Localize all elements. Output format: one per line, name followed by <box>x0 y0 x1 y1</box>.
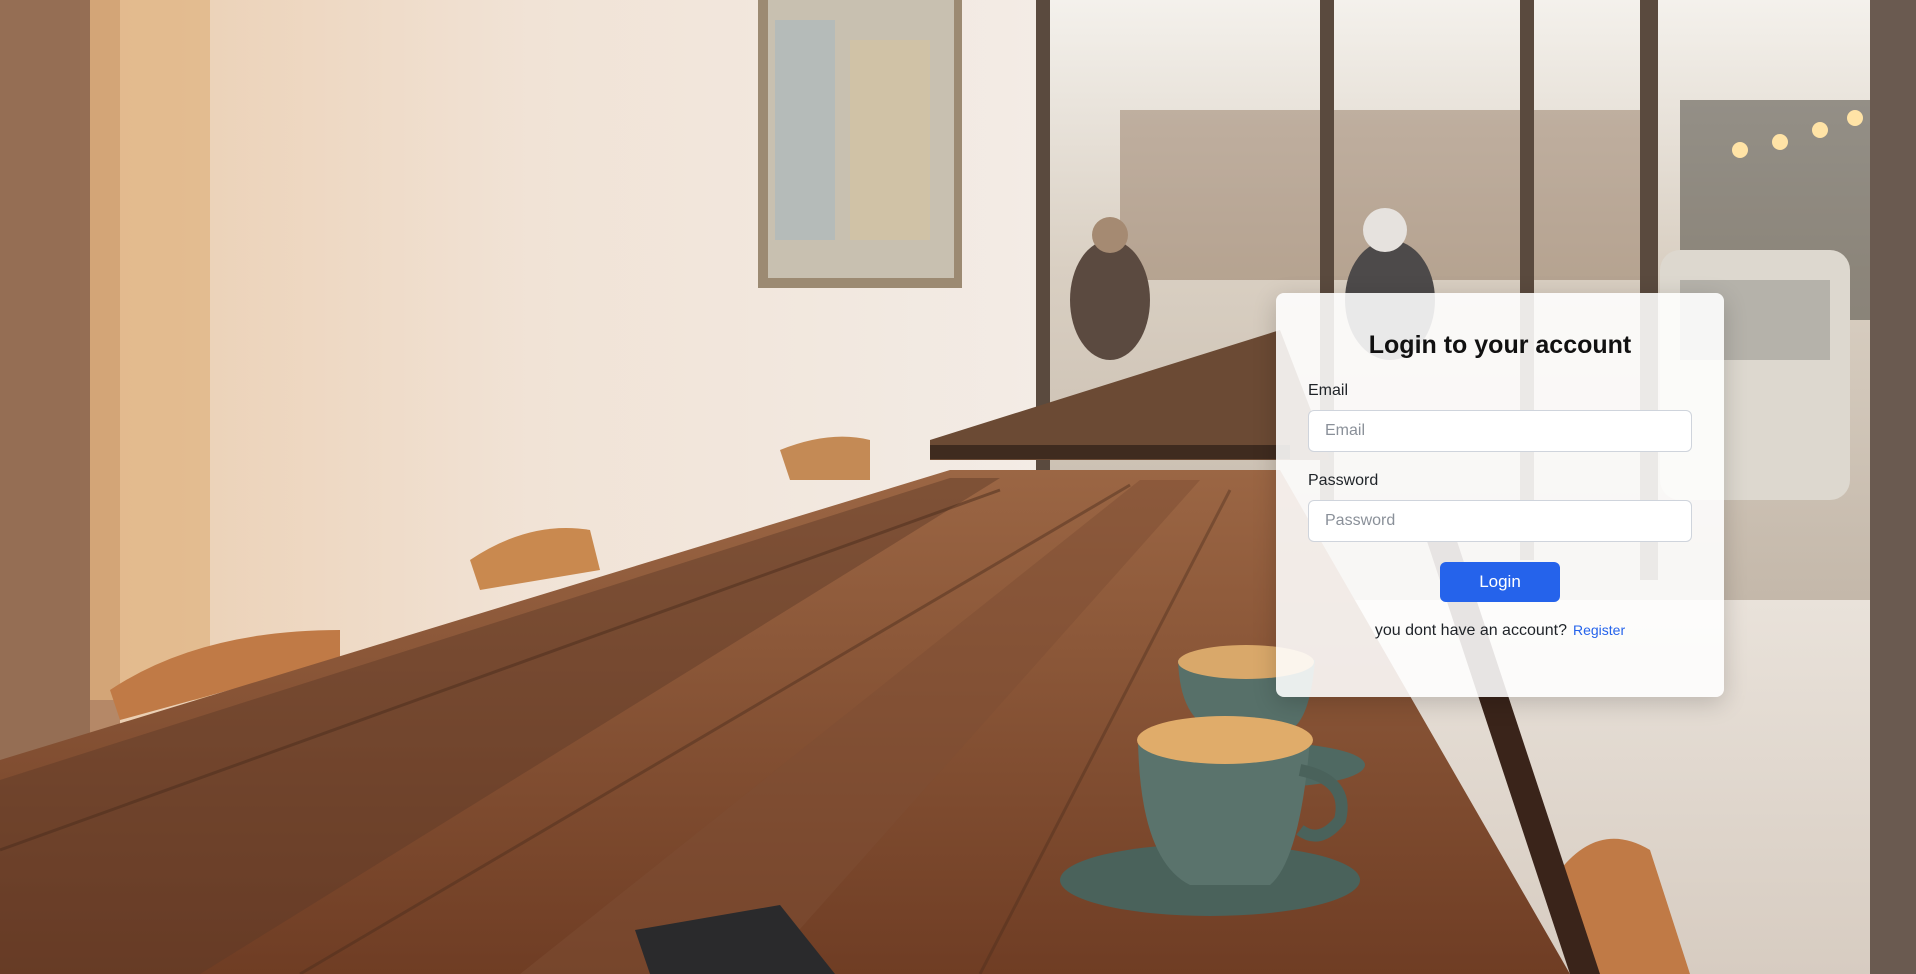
login-page: Login to your account Email Password Log… <box>0 0 1916 974</box>
email-input[interactable] <box>1308 410 1692 452</box>
email-label: Email <box>1308 382 1349 399</box>
register-row: you dont have an account? Register <box>1308 622 1692 640</box>
login-button[interactable]: Login <box>1440 562 1560 602</box>
password-input[interactable] <box>1308 500 1692 542</box>
register-link[interactable]: Register <box>1573 622 1625 638</box>
login-card: Login to your account Email Password Log… <box>1276 293 1724 697</box>
login-title: Login to your account <box>1368 331 1632 359</box>
register-prompt: you dont have an account? <box>1374 622 1567 639</box>
password-label: Password <box>1308 472 1379 489</box>
login-button-row: Login <box>1308 562 1692 602</box>
